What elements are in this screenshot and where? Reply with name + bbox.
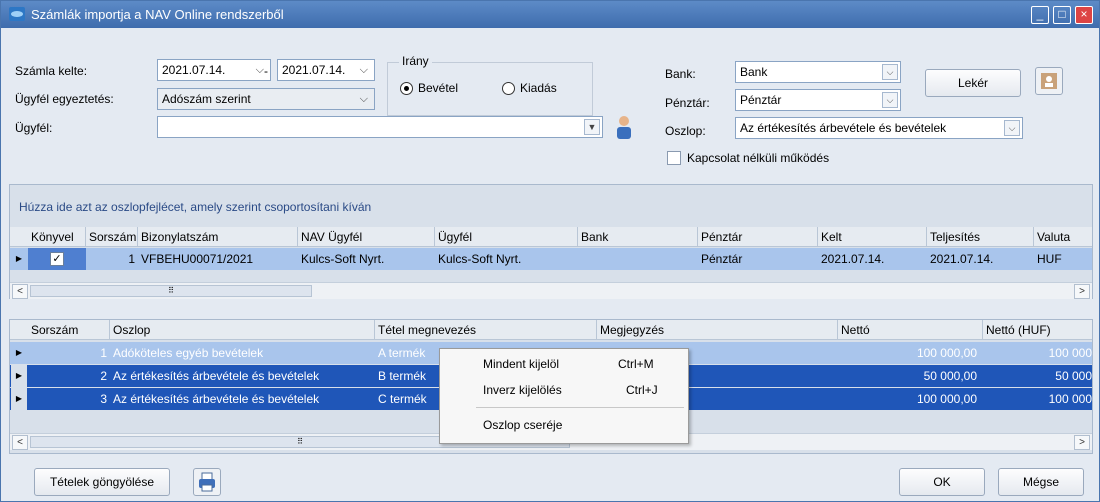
col-header-bank[interactable]: Bank <box>578 227 698 247</box>
menu-item-inverz-kijeloles[interactable]: Inverz kijelölés Ctrl+J <box>440 379 688 401</box>
radio-checked-icon <box>400 82 413 95</box>
col-header-megjegyzes[interactable]: Megjegyzés <box>597 320 838 340</box>
oszlop-select[interactable]: Az értékesítés árbevétele és bevételek ⌵ <box>735 117 1023 139</box>
teljesites-cell: 2021.07.14. <box>930 252 994 266</box>
megse-button[interactable]: Mégse <box>998 468 1084 496</box>
title-bar: Számlák importja a NAV Online rendszerbő… <box>1 1 1099 28</box>
chevron-down-icon[interactable]: ⌵ <box>256 60 264 80</box>
valuta-cell: HUF <box>1037 252 1062 266</box>
menu-item-mindent-kijelol[interactable]: Mindent kijelöl Ctrl+M <box>440 353 688 375</box>
scroll-right-icon[interactable]: > <box>1074 435 1090 450</box>
printer-icon <box>199 472 215 492</box>
top-horizontal-scrollbar[interactable]: < ⠿ > <box>10 282 1092 299</box>
contact-card-icon <box>1041 73 1057 89</box>
bank-cell <box>578 248 698 270</box>
contacts-button[interactable] <box>1035 67 1063 95</box>
col-header-konyvel[interactable]: Könyvel <box>28 227 86 247</box>
col-header-sorszam[interactable]: Sorszám <box>28 320 110 340</box>
col-header-bizonylatszam[interactable]: Bizonylatszám <box>138 227 298 247</box>
close-button[interactable]: × <box>1075 6 1093 24</box>
col-header-kelt[interactable]: Kelt <box>818 227 927 247</box>
maximize-button[interactable]: □ <box>1053 6 1071 24</box>
col-header-penztar[interactable]: Pénztár <box>698 227 818 247</box>
scroll-left-icon[interactable]: < <box>12 284 28 299</box>
date-separator: - <box>264 64 268 78</box>
scroll-right-icon[interactable]: > <box>1074 284 1090 299</box>
bank-label: Bank: <box>665 67 696 81</box>
penztar-select[interactable]: Pénztár ⌵ <box>735 89 901 111</box>
bizonylatszam-cell: VFBEHU00071/2021 <box>141 252 254 266</box>
menu-divider <box>476 407 684 408</box>
row-indicator-icon: ▶ <box>11 365 27 387</box>
date-to-field[interactable]: 2021.07.14. ⌵ <box>277 59 375 81</box>
scroll-thumb[interactable]: ⠿ <box>30 285 312 297</box>
app-icon <box>9 7 25 21</box>
ugyfel-label: Ügyfél: <box>15 121 53 135</box>
group-hint: Húzza ide azt az oszlopfejlécet, amely s… <box>19 200 372 214</box>
print-button[interactable] <box>193 468 221 496</box>
penztar-label: Pénztár: <box>665 96 710 110</box>
dropdown-arrow-icon[interactable]: ▼ <box>584 119 600 135</box>
col-header-nav-ugyfel[interactable]: NAV Ügyfél <box>298 227 435 247</box>
top-grid-header: Könyvel Sorszám Bizonylatszám NAV Ügyfél… <box>10 227 1092 247</box>
konyvel-checkbox[interactable]: ✓ <box>50 252 64 266</box>
window-title: Számlák importja a NAV Online rendszerbő… <box>31 7 284 22</box>
irany-title: Irány <box>399 54 432 68</box>
col-header-ugyfel[interactable]: Ügyfél <box>435 227 578 247</box>
ugyfel-lookup-button[interactable] <box>611 113 637 141</box>
kapcsolat-checkbox[interactable] <box>667 151 681 165</box>
col-header-sorszam[interactable]: Sorszám <box>86 227 138 247</box>
sorszam-cell: 1 <box>128 252 135 266</box>
col-header-tetel[interactable]: Tétel megnevezés <box>375 320 597 340</box>
import-window: Számlák importja a NAV Online rendszerbő… <box>0 0 1100 502</box>
dropdown-arrow-icon[interactable]: ⌵ <box>1004 120 1020 136</box>
penztar-cell: Pénztár <box>701 252 743 266</box>
scroll-left-icon[interactable]: < <box>12 435 28 450</box>
minimize-button[interactable]: _ <box>1031 6 1049 24</box>
ok-button[interactable]: OK <box>899 468 985 496</box>
table-row[interactable]: ▶ ✓ 1 VFBEHU00071/2021 Kulcs-Soft Nyrt. … <box>10 248 1092 270</box>
ugyfel-select[interactable]: ▼ <box>157 116 603 138</box>
col-header-teljesites[interactable]: Teljesítés <box>927 227 1034 247</box>
col-header-netto-huf[interactable]: Nettó (HUF) <box>983 320 1092 340</box>
ugyfel-cell: Kulcs-Soft Nyrt. <box>438 252 522 266</box>
date-from-field[interactable]: 2021.07.14. ⌵ <box>157 59 271 81</box>
konyvel-cell[interactable]: ✓ <box>28 248 86 270</box>
context-menu: Mindent kijelöl Ctrl+M Inverz kijelölés … <box>439 348 689 444</box>
bank-select[interactable]: Bank ⌵ <box>735 61 901 83</box>
leker-button[interactable]: Lekér <box>925 69 1021 97</box>
radio-unchecked-icon <box>502 82 515 95</box>
szamla-kelte-label: Számla kelte: <box>15 64 88 78</box>
col-header-oszlop[interactable]: Oszlop <box>110 320 375 340</box>
oszlop-label: Oszlop: <box>665 124 706 138</box>
row-indicator-icon: ▶ <box>15 254 23 263</box>
kapcsolat-label: Kapcsolat nélküli működés <box>687 151 830 165</box>
chevron-down-icon[interactable]: ⌵ <box>360 60 368 80</box>
tetelek-gongyolese-button[interactable]: Tételek göngyölése <box>34 468 170 496</box>
kelt-cell: 2021.07.14. <box>821 252 885 266</box>
chevron-down-icon[interactable]: ⌵ <box>360 89 368 109</box>
col-header-valuta[interactable]: Valuta <box>1034 227 1092 247</box>
ugyfel-egyeztetes-select[interactable]: Adószám szerint ⌵ <box>157 88 375 110</box>
top-grid: Húzza ide azt az oszlopfejlécet, amely s… <box>9 184 1093 299</box>
row-indicator-icon: ▶ <box>15 348 23 357</box>
person-icon <box>617 116 631 139</box>
dropdown-arrow-icon[interactable]: ⌵ <box>882 64 898 80</box>
nav-ugyfel-cell: Kulcs-Soft Nyrt. <box>301 252 385 266</box>
menu-item-oszlop-csereje[interactable]: Oszlop cseréje <box>440 414 688 436</box>
ugyfel-egyeztetes-label: Ügyfél egyeztetés: <box>15 92 114 106</box>
row-indicator-icon: ▶ <box>11 388 27 410</box>
col-header-netto[interactable]: Nettó <box>838 320 983 340</box>
bottom-grid-header: Sorszám Oszlop Tétel megnevezés Megjegyz… <box>10 320 1092 340</box>
dropdown-arrow-icon[interactable]: ⌵ <box>882 92 898 108</box>
